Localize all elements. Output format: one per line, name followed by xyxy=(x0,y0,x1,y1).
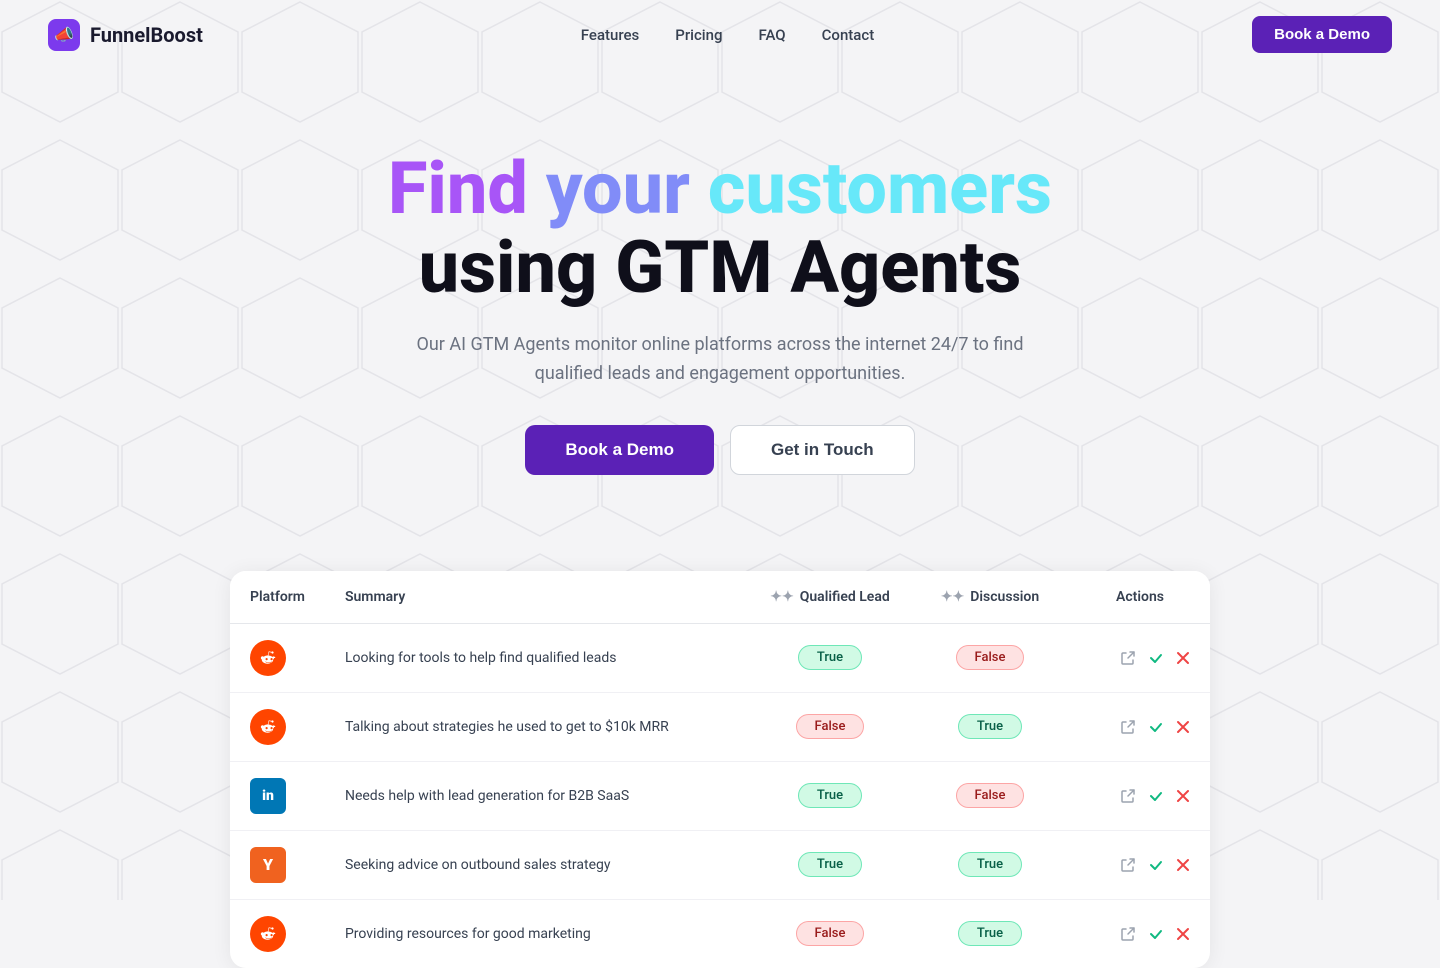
approve-button[interactable] xyxy=(1148,857,1164,873)
discussion-cell: True xyxy=(910,692,1070,761)
hero-section: Find your customers using GTM Agents Our… xyxy=(0,69,1440,523)
qualified-lead-cell: True xyxy=(750,623,910,692)
approve-button[interactable] xyxy=(1148,788,1164,804)
nav-features[interactable]: Features xyxy=(581,26,639,44)
external-link-button[interactable] xyxy=(1120,719,1136,735)
qualified-lead-badge: True xyxy=(798,852,862,877)
platform-cell: Y xyxy=(230,830,325,899)
reject-button[interactable] xyxy=(1176,789,1190,803)
qualified-lead-cell: False xyxy=(750,899,910,968)
book-demo-nav-button[interactable]: Book a Demo xyxy=(1252,16,1392,53)
platform-cell: in xyxy=(230,761,325,830)
discussion-cell: True xyxy=(910,830,1070,899)
discussion-badge: False xyxy=(956,645,1025,670)
reject-button[interactable] xyxy=(1176,927,1190,941)
table-row: Looking for tools to help find qualified… xyxy=(230,623,1210,692)
logo-text: FunnelBoost xyxy=(90,23,203,47)
col-header-discussion: ✦✦ Discussion xyxy=(910,571,1070,624)
linkedin-icon: in xyxy=(250,778,286,814)
reject-button[interactable] xyxy=(1176,858,1190,872)
qualified-lead-cell: True xyxy=(750,830,910,899)
leads-table: Platform Summary ✦✦ Qualified Lead ✦✦ Di… xyxy=(230,571,1210,968)
hero-title: Find your customers using GTM Agents xyxy=(48,149,1392,307)
external-link-button[interactable] xyxy=(1120,926,1136,942)
platform-cell xyxy=(230,692,325,761)
book-demo-hero-button[interactable]: Book a Demo xyxy=(525,425,714,475)
discussion-badge: False xyxy=(956,783,1025,808)
table-row: in Needs help with lead generation for B… xyxy=(230,761,1210,830)
nav-faq[interactable]: FAQ xyxy=(759,26,786,44)
discussion-cell: False xyxy=(910,623,1070,692)
external-link-button[interactable] xyxy=(1120,788,1136,804)
platform-cell xyxy=(230,899,325,968)
summary-cell: Seeking advice on outbound sales strateg… xyxy=(325,830,750,899)
discussion-badge: True xyxy=(958,852,1022,877)
summary-cell: Looking for tools to help find qualified… xyxy=(325,623,750,692)
col-header-summary: Summary xyxy=(325,571,750,624)
hero-buttons: Book a Demo Get in Touch xyxy=(48,425,1392,475)
nav-links: Features Pricing FAQ Contact xyxy=(581,25,874,44)
reject-button[interactable] xyxy=(1176,651,1190,665)
get-in-touch-button[interactable]: Get in Touch xyxy=(730,425,915,475)
summary-cell: Talking about strategies he used to get … xyxy=(325,692,750,761)
reddit-icon xyxy=(250,709,286,745)
external-link-button[interactable] xyxy=(1120,650,1136,666)
logo-icon: 📣 xyxy=(48,19,80,51)
summary-cell: Providing resources for good marketing xyxy=(325,899,750,968)
actions-cell xyxy=(1070,692,1210,761)
summary-cell: Needs help with lead generation for B2B … xyxy=(325,761,750,830)
external-link-button[interactable] xyxy=(1120,857,1136,873)
qualified-lead-badge: False xyxy=(796,714,865,739)
nav-pricing[interactable]: Pricing xyxy=(675,26,722,44)
discussion-badge: True xyxy=(958,714,1022,739)
table-row: Talking about strategies he used to get … xyxy=(230,692,1210,761)
approve-button[interactable] xyxy=(1148,926,1164,942)
table-body: Looking for tools to help find qualified… xyxy=(230,623,1210,968)
qualified-lead-cell: True xyxy=(750,761,910,830)
reddit-icon xyxy=(250,640,286,676)
approve-button[interactable] xyxy=(1148,719,1164,735)
leads-table-container: Platform Summary ✦✦ Qualified Lead ✦✦ Di… xyxy=(230,571,1210,968)
approve-button[interactable] xyxy=(1148,650,1164,666)
actions-cell xyxy=(1070,830,1210,899)
actions-cell xyxy=(1070,623,1210,692)
col-header-actions: Actions xyxy=(1070,571,1210,624)
col-header-qualified-lead: ✦✦ Qualified Lead xyxy=(750,571,910,624)
platform-cell xyxy=(230,623,325,692)
qualified-lead-badge: False xyxy=(796,921,865,946)
hero-subtitle: Our AI GTM Agents monitor online platfor… xyxy=(400,331,1040,389)
actions-cell xyxy=(1070,899,1210,968)
table-row: Providing resources for good marketing F… xyxy=(230,899,1210,968)
qualified-lead-cell: False xyxy=(750,692,910,761)
col-header-platform: Platform xyxy=(230,571,325,624)
logo[interactable]: 📣 FunnelBoost xyxy=(48,19,203,51)
table-header-row: Platform Summary ✦✦ Qualified Lead ✦✦ Di… xyxy=(230,571,1210,624)
discussion-badge: True xyxy=(958,921,1022,946)
sparkle-icon-ql: ✦✦ xyxy=(770,589,793,605)
hn-icon: Y xyxy=(250,847,286,883)
discussion-cell: False xyxy=(910,761,1070,830)
reddit-icon xyxy=(250,916,286,952)
table-row: Y Seeking advice on outbound sales strat… xyxy=(230,830,1210,899)
discussion-cell: True xyxy=(910,899,1070,968)
reject-button[interactable] xyxy=(1176,720,1190,734)
navbar: 📣 FunnelBoost Features Pricing FAQ Conta… xyxy=(0,0,1440,69)
qualified-lead-badge: True xyxy=(798,783,862,808)
sparkle-icon-disc: ✦✦ xyxy=(941,589,964,605)
nav-contact[interactable]: Contact xyxy=(822,26,875,44)
actions-cell xyxy=(1070,761,1210,830)
qualified-lead-badge: True xyxy=(798,645,862,670)
